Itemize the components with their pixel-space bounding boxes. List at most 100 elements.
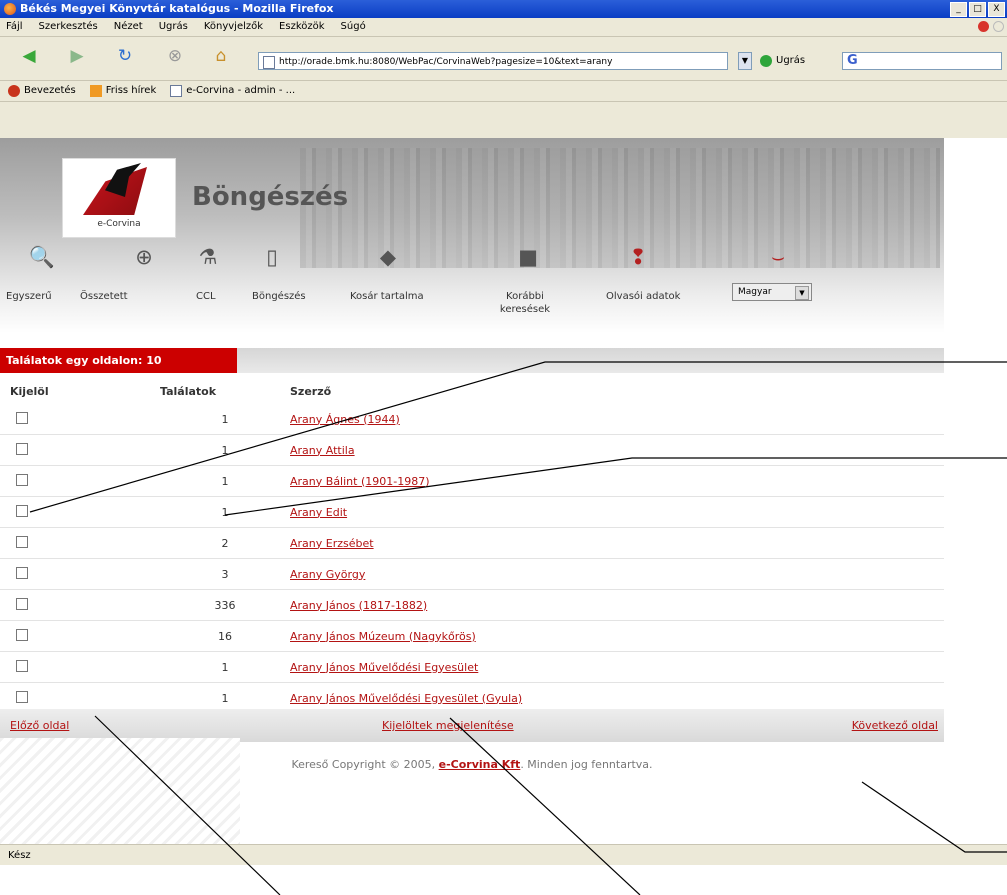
author-link[interactable]: Arany Ágnes (1944) [290,413,400,426]
url-dropdown-button[interactable]: ▼ [738,52,752,70]
row-checkbox[interactable] [16,504,28,517]
nav-basket[interactable]: Kosár tartalma [350,290,424,303]
right-margin [944,138,1007,844]
row-checkbox[interactable] [16,566,28,579]
header-banner: e-Corvina Böngészés 🔍 ⊕ ⚗ ▯ ◆ ■ ❢ ⌣ Egys… [0,138,944,333]
menu-bookmarks[interactable]: Könyvjelzők [204,18,263,36]
status-text: Kész [8,850,31,861]
row-checkbox[interactable] [16,473,28,486]
nav-advanced[interactable]: Összetett [80,290,128,303]
author-link[interactable]: Arany János (1817-1882) [290,599,427,612]
company-link[interactable]: e-Corvina Kft [439,758,521,771]
menu-edit[interactable]: Szerkesztés [39,18,98,36]
row-checkbox[interactable] [16,628,28,641]
language-icon[interactable]: ⌣ [760,245,796,270]
chevron-down-icon: ▼ [795,286,809,300]
bookmark-label: Friss hírek [105,85,157,96]
nav-browse[interactable]: Böngészés [252,290,306,303]
close-button[interactable]: X [988,2,1005,17]
bookmark-label: e-Corvina - admin - ... [186,85,296,96]
author-link[interactable]: Arany János Művelődési Egyesület (Gyula) [290,692,522,705]
column-header-hits: Találatok [160,384,217,398]
maximize-button[interactable]: □ [969,2,986,17]
menu-tools[interactable]: Eszközök [279,18,325,36]
next-page-link[interactable]: Következő oldal [852,709,938,742]
history-book-icon[interactable]: ■ [510,245,546,269]
language-select[interactable]: Magyar ▼ [732,283,812,301]
throbber-icon [993,21,1004,32]
browse-icon[interactable]: ▯ [254,245,290,269]
status-bar: Kész [0,844,1007,865]
results-bar: Találatok egy oldalon: 10 [0,348,944,373]
hit-count: 3 [160,558,290,590]
stop-button[interactable]: ⊗ [162,43,188,69]
bookmark-item[interactable]: Friss hírek [89,81,157,101]
row-checkbox[interactable] [16,535,28,548]
language-value: Magyar [738,287,772,297]
menu-file[interactable]: Fájl [6,18,23,36]
table-row: 2 Arany Erzsébet [0,527,944,559]
table-row: 3 Arany György [0,558,944,590]
hit-count: 1 [160,651,290,683]
bookmark-item[interactable]: Bevezetés [8,81,76,101]
author-link[interactable]: Arany János Múzeum (Nagykőrös) [290,630,476,643]
row-checkbox[interactable] [16,442,28,455]
menu-help[interactable]: Súgó [341,18,366,36]
author-link[interactable]: Arany Attila [290,444,355,457]
column-header-author: Szerző [290,384,332,398]
go-button-label[interactable]: Ugrás [776,53,805,69]
column-header-select: Kijelöl [10,384,49,398]
menu-go[interactable]: Ugrás [159,18,188,36]
author-link[interactable]: Arany Edit [290,506,347,519]
hit-count: 1 [160,404,290,435]
footer-prefix: Kereső Copyright © 2005, [291,758,439,771]
results-per-page[interactable]: Találatok egy oldalon: 10 [0,348,237,373]
nav-ccl[interactable]: CCL [196,290,216,303]
table-row: 16 Arany János Múzeum (Nagykőrös) [0,620,944,652]
author-link[interactable]: Arany György [290,568,365,581]
title-bar: Békés Megyei Könyvtár katalógus - Mozill… [0,0,1007,18]
stop-icon [978,21,989,32]
author-link[interactable]: Arany Bálint (1901-1987) [290,475,430,488]
minimize-button[interactable]: _ [950,2,967,17]
row-checkbox[interactable] [16,597,28,610]
search-box[interactable]: G [842,52,1002,70]
search-icon[interactable]: 🔍 [24,245,60,270]
zoom-search-icon[interactable]: ⊕ [126,245,162,269]
row-checkbox[interactable] [16,659,28,672]
url-text: http://orade.bmk.hu:8080/WebPac/CorvinaW… [279,57,613,67]
bookmark-item[interactable]: e-Corvina - admin - ... [170,81,295,101]
footer: Kereső Copyright © 2005, e-Corvina Kft. … [0,758,944,771]
google-icon: G [847,53,858,68]
forward-button[interactable]: ▶ [64,43,90,69]
logo[interactable]: e-Corvina [62,158,176,238]
home-button[interactable]: ⌂ [208,43,234,69]
basket-icon[interactable]: ◆ [370,245,406,269]
url-field[interactable]: http://orade.bmk.hu:8080/WebPac/CorvinaW… [258,52,728,70]
back-button[interactable]: ◀ [16,43,42,69]
page-icon [263,56,275,69]
go-icon[interactable] [760,55,772,67]
hit-count: 336 [160,589,290,621]
rss-icon [89,85,102,97]
author-link[interactable]: Arany János Művelődési Egyesület [290,661,478,674]
menu-view[interactable]: Nézet [114,18,143,36]
hit-count: 16 [160,620,290,652]
firefox-icon [4,3,16,15]
author-link[interactable]: Arany Erzsébet [290,537,374,550]
show-selected-link[interactable]: Kijelöltek megjelenítése [382,709,514,742]
nav-reader-data[interactable]: Olvasói adatok [606,290,680,303]
hit-count: 1 [160,496,290,528]
row-checkbox[interactable] [16,690,28,703]
reader-icon[interactable]: ❢ [620,245,656,269]
nav-simple[interactable]: Egyszerű [6,290,52,303]
page-title: Böngészés [192,182,349,212]
hit-count: 1 [160,434,290,466]
funnel-icon[interactable]: ⚗ [190,245,226,269]
menu-bar: Fájl Szerkesztés Nézet Ugrás Könyvjelzők… [0,18,1007,36]
reload-button[interactable]: ↻ [112,43,138,69]
hit-count: 1 [160,465,290,497]
row-checkbox[interactable] [16,411,28,424]
nav-previous-searches[interactable]: Korábbi keresések [490,290,560,316]
table-row: 336 Arany János (1817-1882) [0,589,944,621]
